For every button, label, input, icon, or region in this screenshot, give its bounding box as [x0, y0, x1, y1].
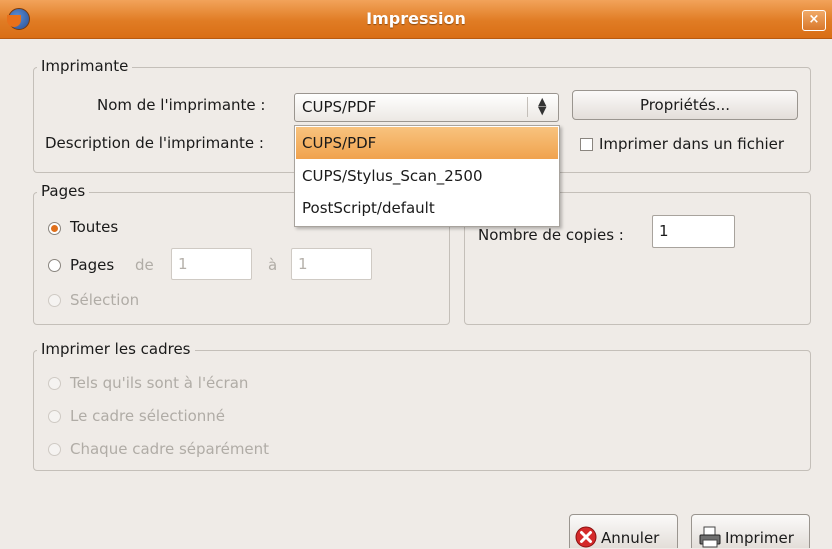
- frames-each-radio[interactable]: [48, 443, 61, 456]
- printer-frame-label: Imprimante: [37, 57, 133, 75]
- printer-option-stylus[interactable]: CUPS/Stylus_Scan_2500: [296, 160, 558, 192]
- pages-selection-radio[interactable]: [48, 294, 61, 307]
- pages-frame-label: Pages: [37, 182, 90, 200]
- printer-name-label: Nom de l'imprimante :: [97, 96, 266, 114]
- cancel-button[interactable]: Annuler: [569, 514, 678, 548]
- window-title: Impression: [366, 9, 466, 28]
- printer-select-value: CUPS/PDF: [302, 98, 377, 116]
- cancel-icon: [575, 526, 597, 548]
- printer-description-label: Description de l'imprimante :: [45, 134, 264, 152]
- printer-select[interactable]: CUPS/PDF ▲ ▼: [294, 93, 559, 122]
- combo-separator: [527, 97, 528, 117]
- printer-icon: [699, 526, 721, 548]
- frames-each-label: Chaque cadre séparément: [70, 440, 270, 458]
- pages-range-label: Pages: [70, 256, 115, 274]
- printer-option-postscript[interactable]: PostScript/default: [296, 192, 558, 224]
- updown-arrow-icon: ▲ ▼: [538, 95, 547, 117]
- pages-range-radio[interactable]: [48, 259, 61, 272]
- print-button[interactable]: Imprimer: [691, 514, 810, 548]
- close-button[interactable]: ×: [802, 10, 826, 31]
- pages-selection-label: Sélection: [70, 291, 140, 309]
- frames-selected-radio[interactable]: [48, 410, 61, 423]
- copies-input[interactable]: 1: [652, 215, 735, 248]
- frames-frame-label: Imprimer les cadres: [37, 340, 195, 358]
- properties-button[interactable]: Propriétés...: [572, 90, 798, 120]
- copies-label: Nombre de copies :: [478, 226, 624, 244]
- from-label: de: [135, 256, 154, 274]
- to-label: à: [268, 256, 278, 274]
- frames-as-shown-label: Tels qu'ils sont à l'écran: [70, 374, 249, 392]
- printer-dropdown-list: CUPS/PDF CUPS/Stylus_Scan_2500 PostScrip…: [294, 125, 560, 227]
- printer-option-cups-pdf[interactable]: CUPS/PDF: [296, 127, 558, 159]
- from-page-input[interactable]: 1: [171, 248, 252, 280]
- print-label: Imprimer: [725, 529, 794, 547]
- print-to-file-label: Imprimer dans un fichier: [599, 135, 785, 153]
- pages-all-label: Toutes: [70, 218, 119, 236]
- frames-as-shown-radio[interactable]: [48, 377, 61, 390]
- print-to-file-checkbox[interactable]: [580, 138, 593, 151]
- to-page-input[interactable]: 1: [291, 248, 372, 280]
- pages-all-radio[interactable]: [48, 222, 61, 235]
- cancel-label: Annuler: [601, 529, 660, 547]
- frames-selected-label: Le cadre sélectionné: [70, 407, 226, 425]
